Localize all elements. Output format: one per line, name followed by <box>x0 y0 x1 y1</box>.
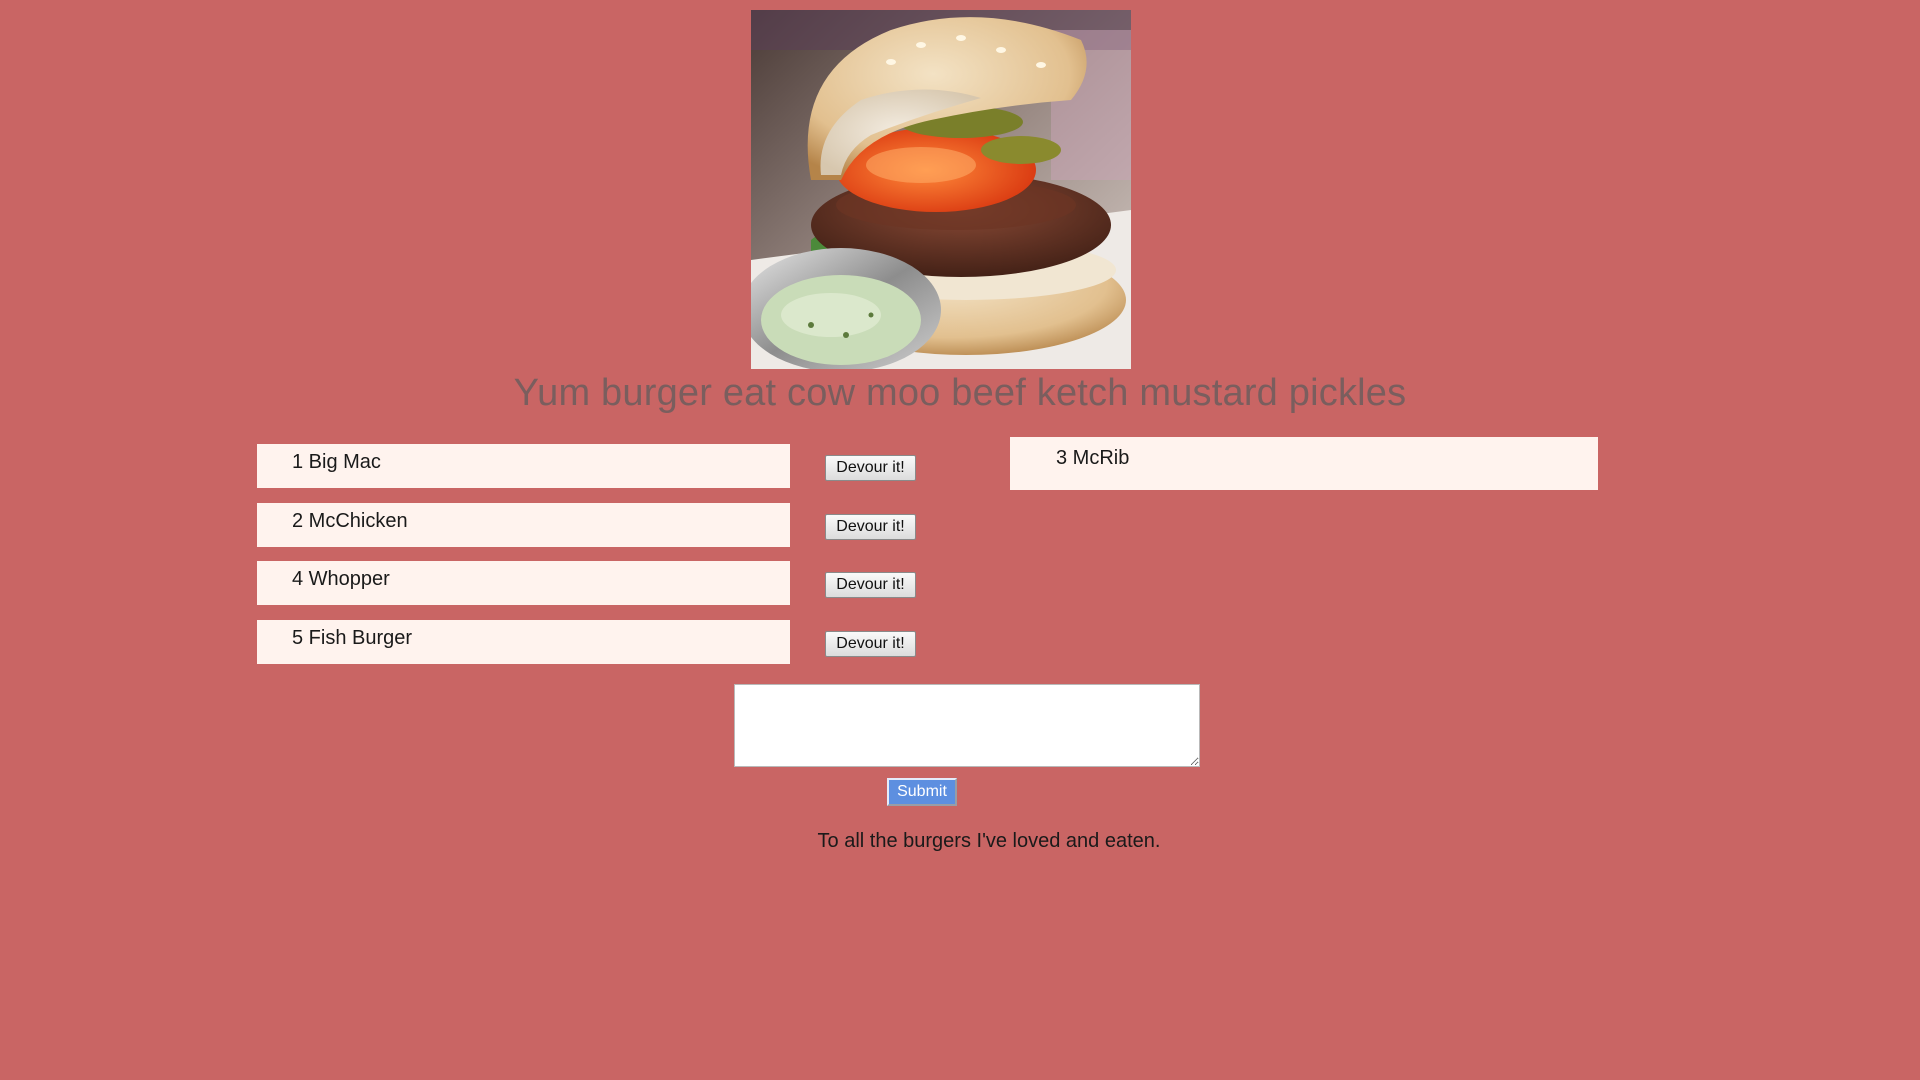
burger-photo <box>751 10 1131 369</box>
burger-item-label: 4 Whopper <box>292 568 390 590</box>
burger-item: 1 Big Mac <box>257 444 790 488</box>
burger-item-label: 1 Big Mac <box>292 451 381 473</box>
devour-button[interactable]: Devour it! <box>825 455 916 481</box>
burger-item-label: 2 McChicken <box>292 510 408 532</box>
devour-button[interactable]: Devour it! <box>825 572 916 598</box>
burger-item: 5 Fish Burger <box>257 620 790 664</box>
burger-item: 4 Whopper <box>257 561 790 605</box>
burger-name-input[interactable] <box>734 684 1200 767</box>
submit-button[interactable]: Submit <box>887 778 957 806</box>
burger-item-label: 5 Fish Burger <box>292 627 413 649</box>
devour-button[interactable]: Devour it! <box>825 631 916 657</box>
devoured-burger-item: 3 McRib <box>1010 437 1598 490</box>
devoured-burger-label: 3 McRib <box>1056 447 1130 469</box>
burger-item: 2 McChicken <box>257 503 790 547</box>
footer-text: To all the burgers I've loved and eaten. <box>817 830 1161 852</box>
devour-button[interactable]: Devour it! <box>825 514 916 540</box>
page-title: Yum burger eat cow moo beef ketch mustar… <box>513 372 1407 414</box>
page: Yum burger eat cow moo beef ketch mustar… <box>0 0 1920 1080</box>
